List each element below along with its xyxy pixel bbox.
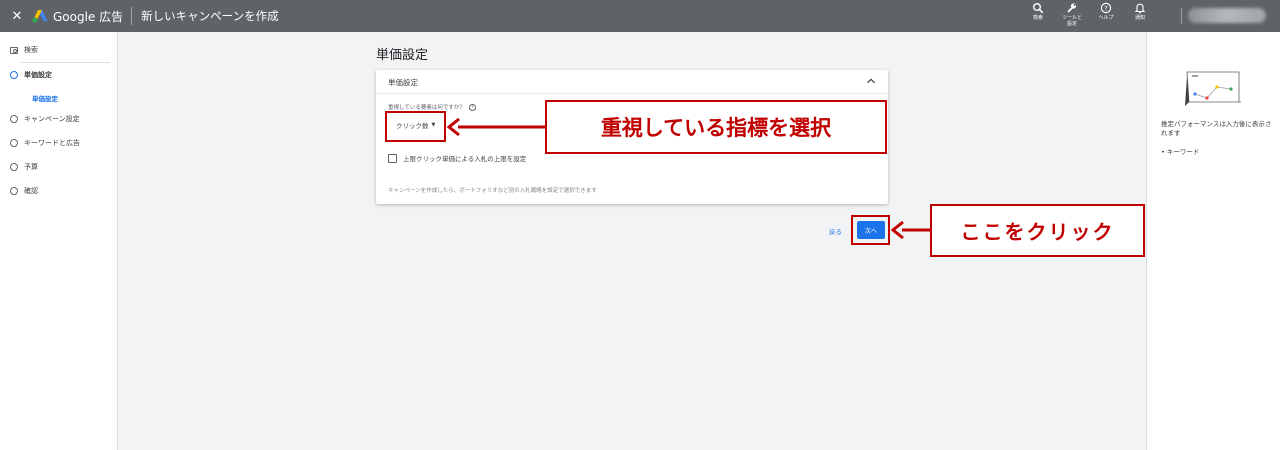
wrench-icon [1067,3,1077,13]
chevron-up-icon[interactable] [866,76,876,86]
tools-label: ツールと 設定 [1061,15,1082,27]
page-heading: 新しいキャンペーンを作成 [141,9,279,23]
top-search-label: 検索 [1032,15,1043,21]
search-icon [1033,3,1044,14]
step-circle-icon [10,187,18,195]
google-ads-logo-icon [32,9,49,23]
sidebar-item-campaign-settings[interactable]: キャンペーン設定 [10,114,80,124]
card-footer-note: キャンペーンを作成したら、ポートフォリオなど別の入札戦略を設定で選択できます [388,188,597,194]
max-cpc-checkbox-label: 上限クリック単価による入札の上限を設定 [403,155,527,163]
dropdown-highlight-box [385,111,446,142]
help-icon: ? [1100,2,1112,14]
max-cpc-checkbox[interactable] [388,153,397,163]
svg-text:?: ? [1104,4,1107,12]
step-circle-icon [10,115,18,123]
sidebar-item-label: 確認 [24,187,38,195]
left-sidebar: 検索 単価設定 単価設定 キャンペーン設定 キーワードと広告 予算 確認 [0,32,118,450]
notifications-button[interactable]: 通知 [1126,2,1154,27]
sidebar-item-bidding[interactable]: 単価設定 [10,70,52,80]
topbar-divider [1181,8,1182,24]
focus-question: 重視している要素は何ですか？ ? [388,103,476,111]
performance-chart-illustration-icon [1185,71,1241,106]
arrow-left-icon [890,220,932,240]
sidebar-item-search[interactable]: 検索 [10,45,38,55]
sidebar-item-budget[interactable]: 予算 [10,162,38,172]
step-circle-icon [10,71,18,79]
sidebar-subitem-bidding[interactable]: 単価設定 [32,93,58,103]
sidebar-item-label: キャンペーン設定 [24,115,80,123]
right-panel: 推定パフォーマンスは入力後に表示されます • キーワード [1146,32,1280,450]
step-circle-icon [10,139,18,147]
card-header[interactable]: 単価設定 [376,70,888,94]
top-search-button[interactable]: 検索 [1024,2,1052,27]
notifications-label: 通知 [1134,15,1145,21]
back-button[interactable]: 戻る [829,226,842,236]
keyword-bullet: • キーワード [1161,148,1200,156]
sidebar-item-keywords-ads[interactable]: キーワードと広告 [10,138,80,148]
help-button[interactable]: ? ヘルプ [1092,2,1120,27]
sidebar-item-label: 単価設定 [24,71,52,79]
card-title: 単価設定 [388,78,418,87]
sidebar-item-label: キーワードと広告 [24,139,80,147]
search-box-icon [10,46,18,54]
close-icon[interactable]: ✕ [11,9,23,24]
sidebar-item-review[interactable]: 確認 [10,186,38,196]
sidebar-item-label: 検索 [24,46,38,54]
brand-name: Google 広告 [53,9,124,24]
brand-divider [131,7,133,25]
callout-select-metric: 重視している指標を選択 [545,100,887,154]
callout-click-here: ここをクリック [930,204,1145,257]
max-cpc-checkbox-row[interactable]: 上限クリック単価による入札の上限を設定 [388,153,526,163]
focus-question-text: 重視している要素は何ですか？ [388,105,465,111]
next-button-highlight-box [851,215,890,245]
page-title: 単価設定 [376,48,429,63]
bell-icon [1134,3,1146,14]
arrow-left-icon [446,117,548,137]
tools-button[interactable]: ツールと 設定 [1058,2,1086,27]
help-label: ヘルプ [1098,15,1114,21]
sidebar-item-label: 予算 [24,163,38,171]
sidebar-divider [20,62,110,63]
account-switcher[interactable] [1188,8,1266,23]
top-icons: 検索 ツールと 設定 ? ヘルプ 通知 [1024,2,1154,27]
top-bar: ✕ Google 広告 新しいキャンペーンを作成 検索 ツールと 設定 ? ヘル… [0,0,1280,32]
performance-placeholder-text: 推定パフォーマンスは入力後に表示されます [1161,120,1272,137]
step-circle-icon [10,163,18,171]
help-circle-icon[interactable]: ? [468,103,476,111]
